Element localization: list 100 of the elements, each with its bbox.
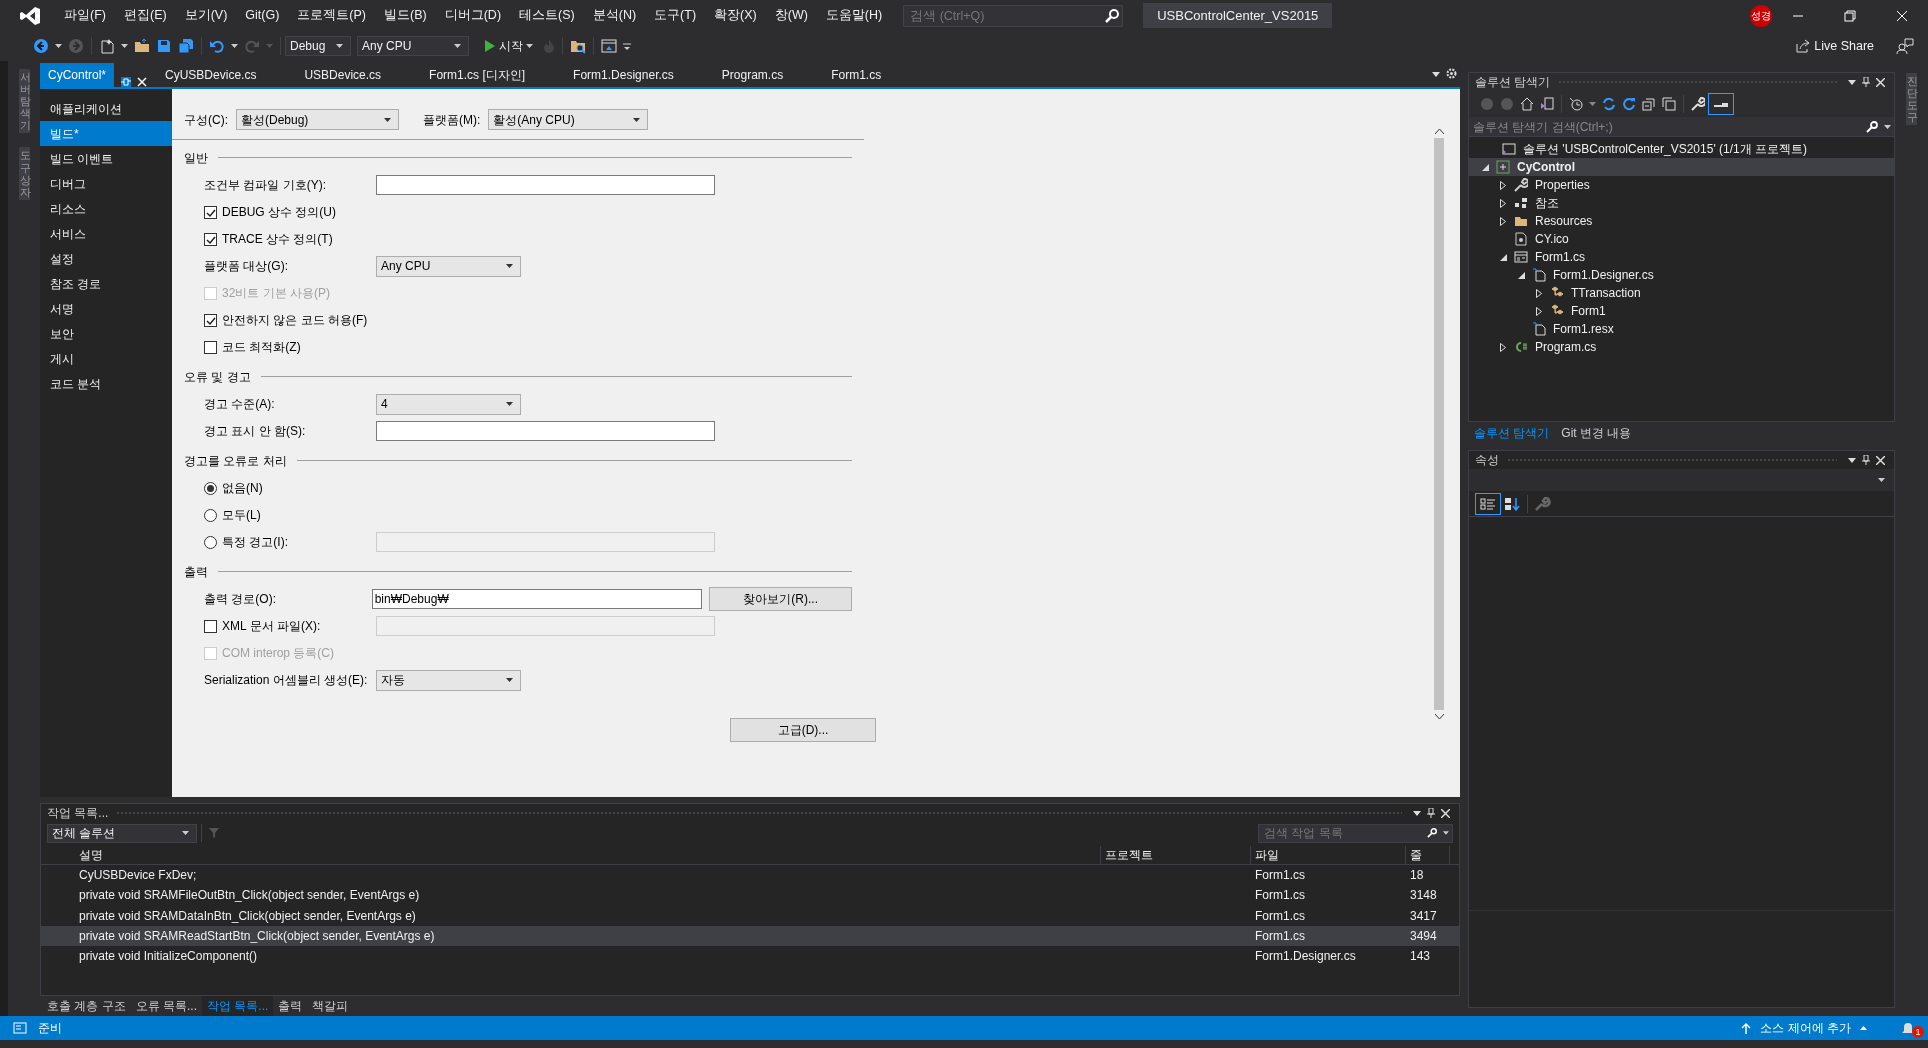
- close-icon[interactable]: [1441, 808, 1450, 818]
- search-icon[interactable]: [1105, 8, 1120, 23]
- dropdown[interactable]: 4: [376, 393, 521, 415]
- input-field[interactable]: bin₩Debug₩: [371, 589, 703, 610]
- nav-item[interactable]: 서명: [40, 295, 172, 321]
- column-header[interactable]: 프로젝트: [1101, 846, 1251, 865]
- save-all-icon[interactable]: [178, 38, 194, 54]
- tree-item[interactable]: Properties: [1469, 176, 1894, 194]
- tree-item[interactable]: 참조: [1469, 194, 1894, 212]
- menu-item[interactable]: 테스트(S): [510, 6, 584, 25]
- checkbox[interactable]: [204, 205, 217, 219]
- close-icon[interactable]: [1876, 77, 1885, 87]
- new-item-icon[interactable]: [99, 38, 115, 54]
- browser-icon[interactable]: [601, 38, 617, 54]
- radio-button[interactable]: [204, 535, 217, 549]
- switch-views-icon[interactable]: [1540, 97, 1554, 111]
- live-share-button[interactable]: Live Share: [1788, 36, 1878, 56]
- menu-item[interactable]: 도움말(H): [816, 6, 892, 25]
- panel-tab[interactable]: 책갈피: [307, 996, 354, 1016]
- tree-item[interactable]: 솔루션 'USBControlCenter_VS2015' (1/1개 프로젝트): [1469, 140, 1894, 158]
- radio-button[interactable]: [204, 481, 217, 495]
- search-input[interactable]: 검색 작업 목록: [1259, 824, 1424, 842]
- document-tab[interactable]: CyUSBDevice.cs: [157, 62, 265, 87]
- search-field[interactable]: 검색 작업 목록: [1258, 823, 1453, 843]
- tree-item[interactable]: Program.cs: [1469, 338, 1894, 356]
- folder-icon[interactable]: [134, 38, 150, 54]
- document-tab[interactable]: Form1.cs [디자인]: [421, 62, 534, 87]
- tree-item[interactable]: CyControl: [1469, 158, 1894, 176]
- checkbox[interactable]: [204, 619, 217, 633]
- column-header[interactable]: 파일: [1251, 846, 1406, 865]
- feedback-icon[interactable]: [1896, 38, 1914, 54]
- document-tab[interactable]: Form1.cs: [823, 62, 890, 87]
- menu-item[interactable]: Git(G): [236, 6, 289, 25]
- menu-item[interactable]: 프로젝트(P): [288, 6, 375, 25]
- preview-toggle[interactable]: [1708, 93, 1734, 115]
- advanced-button[interactable]: 고급(D)...: [730, 717, 876, 742]
- categorized-toggle[interactable]: [1475, 492, 1501, 515]
- panel-tab[interactable]: 작업 목록...: [202, 996, 274, 1016]
- panel-tab[interactable]: 오류 목록...: [130, 996, 202, 1016]
- panel-tab[interactable]: Git 변경 내용: [1555, 422, 1638, 444]
- wrench-icon[interactable]: [1691, 97, 1705, 111]
- history-icon[interactable]: [1569, 97, 1583, 111]
- menu-item[interactable]: 창(W): [765, 6, 817, 25]
- nav-item[interactable]: 게시: [40, 345, 172, 371]
- nav-item[interactable]: 설정: [40, 245, 172, 271]
- document-tab[interactable]: USBDevice.cs: [296, 62, 390, 87]
- nav-item[interactable]: 애플리케이션: [40, 95, 172, 121]
- nav-item[interactable]: 빌드*: [40, 120, 172, 146]
- scope-dropdown[interactable]: 전체 솔루션: [47, 823, 197, 843]
- column-header[interactable]: 설명: [41, 846, 1101, 865]
- platform-dropdown[interactable]: Any CPU: [357, 36, 469, 56]
- scroll-down-icon[interactable]: [1434, 713, 1444, 719]
- side-tab[interactable]: 도구 상자: [18, 147, 30, 200]
- browse-button[interactable]: 찾아보기(R)...: [709, 587, 852, 612]
- start-button[interactable]: 시작: [477, 36, 540, 56]
- menu-item[interactable]: 편집(E): [114, 6, 176, 25]
- dropdown-icon[interactable]: [1848, 457, 1856, 463]
- document-tab[interactable]: Form1.Designer.cs: [565, 62, 682, 87]
- configuration-dropdown[interactable]: Debug: [285, 36, 351, 56]
- configuration-dropdown[interactable]: 활성(Debug): [236, 109, 399, 131]
- nav-item[interactable]: 참조 경로: [40, 270, 172, 296]
- checkbox[interactable]: [204, 340, 217, 354]
- platform-dropdown[interactable]: 활성(Any CPU): [488, 109, 649, 131]
- collapsed-icon[interactable]: [1500, 342, 1506, 352]
- menu-item[interactable]: 분석(N): [583, 6, 646, 25]
- nav-item[interactable]: 디버그: [40, 170, 172, 196]
- tree-item[interactable]: TTransaction: [1469, 284, 1894, 302]
- pin-icon[interactable]: [121, 76, 132, 87]
- scroll-up-icon[interactable]: [1434, 128, 1444, 134]
- menu-item[interactable]: 파일(F): [55, 6, 115, 25]
- expanded-icon[interactable]: [1499, 253, 1507, 261]
- side-tab[interactable]: 진단 도구: [1906, 73, 1917, 126]
- search-field[interactable]: 검색 (Ctrl+Q): [903, 4, 1124, 27]
- pin-icon[interactable]: [1862, 77, 1870, 87]
- tree-item[interactable]: CY.ico: [1469, 230, 1894, 248]
- expanded-icon[interactable]: [1481, 163, 1489, 171]
- refresh-icon[interactable]: [1622, 97, 1636, 111]
- nav-item[interactable]: 코드 분석: [40, 370, 172, 396]
- dropdown-icon[interactable]: [1413, 810, 1421, 816]
- menu-item[interactable]: 보기(V): [175, 6, 237, 25]
- menu-item[interactable]: 도구(T): [645, 6, 706, 25]
- tree-item[interactable]: Resources: [1469, 212, 1894, 230]
- checkbox[interactable]: [204, 313, 217, 327]
- user-avatar[interactable]: 성경: [1750, 4, 1772, 27]
- tree-item[interactable]: Form1.Designer.cs: [1469, 266, 1894, 284]
- input-field[interactable]: [376, 421, 715, 442]
- dropdown-icon[interactable]: [1848, 79, 1856, 85]
- undo-icon[interactable]: [209, 38, 225, 54]
- menu-item[interactable]: 빌드(B): [375, 6, 436, 25]
- nav-item[interactable]: 리소스: [40, 195, 172, 221]
- nav-item[interactable]: 빌드 이벤트: [40, 145, 172, 171]
- nav-item[interactable]: 서비스: [40, 220, 172, 246]
- folder-search-icon[interactable]: [570, 38, 586, 54]
- scrollbar[interactable]: [1432, 128, 1446, 719]
- tab-list-icon[interactable]: [1432, 71, 1440, 77]
- home-icon[interactable]: [1520, 97, 1534, 111]
- search-input[interactable]: 검색 (Ctrl+Q): [904, 5, 1103, 26]
- sort-icon[interactable]: [1504, 496, 1520, 511]
- overflow-icon[interactable]: [623, 41, 631, 51]
- checkbox[interactable]: [204, 232, 217, 246]
